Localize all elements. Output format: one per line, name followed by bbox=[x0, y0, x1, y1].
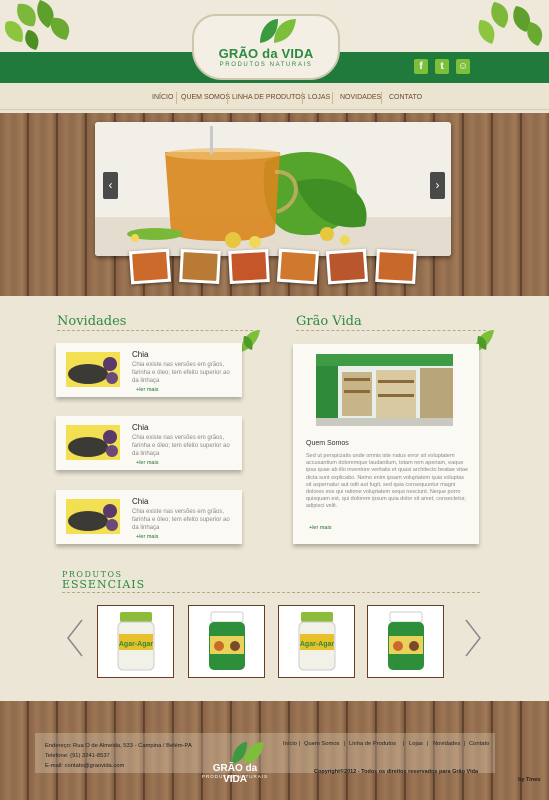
slider-prev-button[interactable]: ‹ bbox=[103, 172, 118, 199]
quem-somos-text: Sed ut perspiciatis unde omnis iste natu… bbox=[306, 453, 469, 510]
nav-item-contato[interactable]: CONTATO bbox=[389, 94, 422, 101]
chia-image bbox=[66, 352, 120, 387]
footer-logo-tagline: PRODUTOS NATURAIS bbox=[201, 774, 269, 779]
thumbnail-image bbox=[378, 252, 414, 281]
footer-link-inicio[interactable]: Início bbox=[283, 741, 297, 747]
read-more-link[interactable]: +ler mais bbox=[136, 534, 158, 540]
twitter-icon[interactable]: t bbox=[435, 59, 449, 74]
news-card[interactable]: Chia Chia existe nas versões em grãos, f… bbox=[56, 416, 242, 470]
news-text: Chia existe nas versões em grãos, farinh… bbox=[132, 435, 230, 457]
footer-email[interactable]: E-mail: contato@graovida.com bbox=[45, 763, 124, 769]
produtos-title-bottom: ESSENCIAIS bbox=[62, 578, 146, 591]
facebook-icon[interactable]: f bbox=[414, 59, 428, 74]
slider-next-button[interactable]: › bbox=[430, 172, 445, 199]
product-card[interactable]: Agar-Agar bbox=[278, 605, 355, 678]
product-jar-image bbox=[388, 611, 424, 670]
nav-item-novidades[interactable]: NOVIDADES bbox=[340, 94, 381, 101]
chia-image bbox=[66, 425, 120, 460]
footer-link-novidades[interactable]: Novidades bbox=[433, 741, 460, 747]
nav-separator bbox=[332, 92, 333, 104]
product-card[interactable] bbox=[188, 605, 265, 678]
footer-link-contato[interactable]: Contato bbox=[469, 741, 489, 747]
news-text: Chia existe nas versões em grãos, farinh… bbox=[132, 362, 230, 384]
nav-item-lojas[interactable]: LOJAS bbox=[308, 94, 330, 101]
chat-icon[interactable]: ☺ bbox=[456, 59, 470, 74]
slider-thumbnail[interactable] bbox=[128, 248, 172, 285]
product-card[interactable]: Agar-Agar bbox=[97, 605, 174, 678]
slide-tea-image bbox=[95, 122, 451, 256]
footer-link-lojas[interactable]: Lojas bbox=[409, 741, 423, 747]
logo-wordmark: GRÃO da VIDA bbox=[218, 46, 314, 61]
products-prev-arrow-icon[interactable] bbox=[64, 618, 86, 658]
news-title: Chia bbox=[132, 423, 149, 432]
store-photo bbox=[316, 354, 453, 426]
grao-vida-title: Grão Vida bbox=[296, 314, 362, 329]
footer-credit[interactable]: by Tineo bbox=[518, 777, 541, 783]
slider-thumbnail[interactable] bbox=[375, 248, 417, 285]
news-text: Chia existe nas versões em grãos, farinh… bbox=[132, 509, 230, 531]
chia-image bbox=[66, 499, 120, 534]
slider-thumbnail[interactable] bbox=[276, 248, 320, 285]
footer-copyright: Copyright©2012 - Todos os direitos reser… bbox=[314, 769, 479, 775]
news-card[interactable]: Chia Chia existe nas versões em grãos, f… bbox=[56, 343, 242, 397]
slider-thumbnail[interactable] bbox=[179, 248, 221, 285]
thumbnail-image bbox=[329, 251, 365, 282]
slider-thumbnail[interactable] bbox=[228, 248, 270, 285]
nav-separator bbox=[227, 92, 228, 104]
products-next-arrow-icon[interactable] bbox=[462, 618, 484, 658]
nav-separator bbox=[302, 92, 303, 104]
footer-link-quem-somos[interactable]: Quem Somos bbox=[304, 741, 339, 747]
product-card[interactable] bbox=[367, 605, 444, 678]
thumbnail-image bbox=[280, 251, 316, 282]
read-more-link[interactable]: +ler mais bbox=[136, 460, 158, 466]
logo-tagline: PRODUTOS NATURAIS bbox=[219, 62, 313, 68]
nav-underline bbox=[0, 109, 549, 110]
nav-item-linha-produtos[interactable]: LINHA DE PRODUTOS bbox=[232, 94, 305, 101]
product-jar-image bbox=[209, 611, 245, 670]
read-more-link[interactable]: +ler mais bbox=[136, 387, 158, 393]
product-label: Agar-Agar bbox=[119, 641, 154, 648]
leaves-decoration-left bbox=[4, 0, 70, 50]
news-title: Chia bbox=[132, 350, 149, 359]
leaves-decoration-right bbox=[478, 2, 543, 46]
logo-leaf-icon bbox=[260, 19, 296, 43]
novidades-divider bbox=[57, 330, 253, 331]
slider-thumbnail[interactable] bbox=[325, 248, 369, 285]
grao-vida-divider bbox=[296, 330, 486, 331]
quem-somos-heading: Quem Somos bbox=[306, 440, 349, 447]
footer-address: Endereço: Rua O de Almeida, 533 - Campin… bbox=[45, 743, 192, 749]
product-label: Agar-Agar bbox=[300, 641, 335, 648]
image-slider[interactable] bbox=[95, 122, 451, 256]
nav-item-quem-somos[interactable]: QUEM SOMOS bbox=[181, 94, 230, 101]
product-jar-image: Agar-Agar bbox=[298, 612, 336, 671]
footer-link-linha-produtos[interactable]: Linha de Produtos bbox=[349, 741, 396, 747]
news-card[interactable]: Chia Chia existe nas versões em grãos, f… bbox=[56, 490, 242, 544]
nav-separator bbox=[176, 92, 177, 104]
thumbnail-image bbox=[132, 251, 168, 282]
novidades-title: Novidades bbox=[57, 314, 127, 329]
footer-phone: Telefone: (91) 3241-8537 bbox=[45, 753, 110, 759]
produtos-divider bbox=[62, 592, 480, 593]
nav-item-inicio[interactable]: INÍCIO bbox=[152, 94, 173, 101]
nav-separator bbox=[381, 92, 382, 104]
read-more-link[interactable]: +ler mais bbox=[309, 525, 331, 531]
product-jar-image: Agar-Agar bbox=[117, 612, 155, 671]
thumbnail-image bbox=[182, 252, 218, 281]
thumbnail-image bbox=[231, 252, 267, 281]
news-title: Chia bbox=[132, 497, 149, 506]
